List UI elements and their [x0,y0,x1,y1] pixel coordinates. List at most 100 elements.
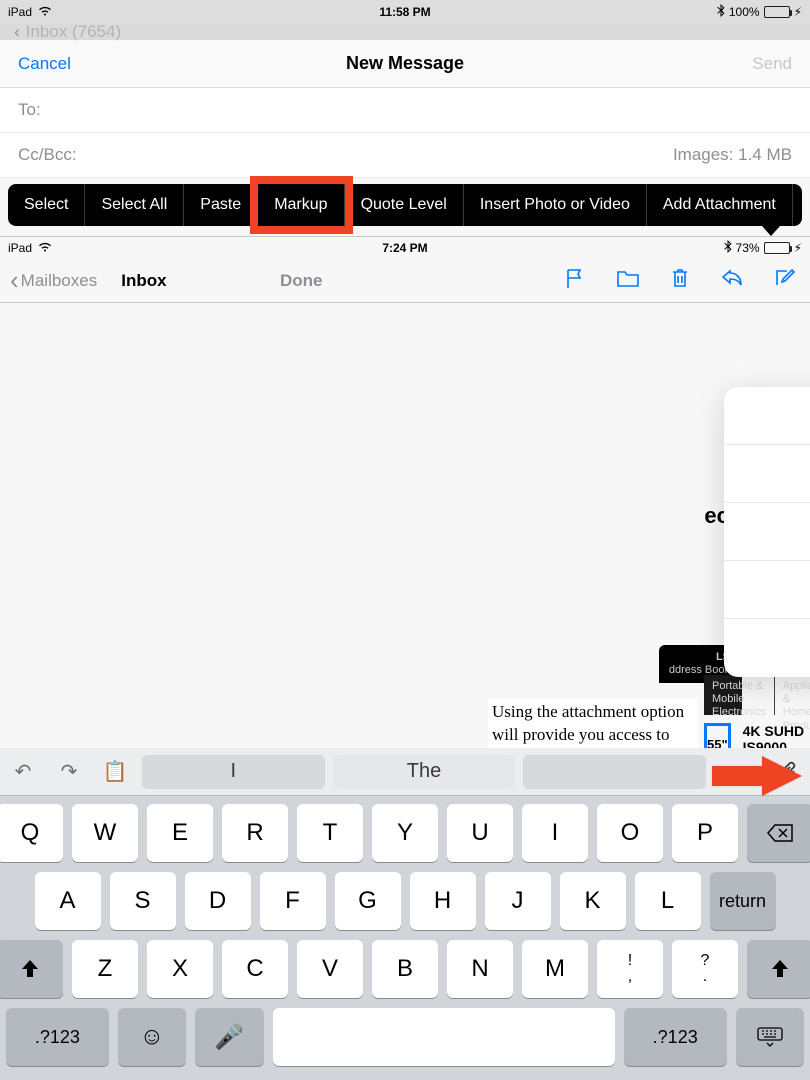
key-h[interactable]: H [410,872,476,930]
folder-icon[interactable] [616,267,640,294]
key-b[interactable]: B [372,940,438,998]
background-mail-toolbar: ‹ Inbox (7654) [0,24,810,40]
wifi-icon [38,241,52,255]
microphone-icon: 🎤 [214,1023,244,1052]
keyboard-suggestion-bar: ↶ ↷ 📋 I The ⋯ [0,748,810,796]
numeric-key-right[interactable]: .?123 [624,1008,727,1066]
suggestion-3[interactable] [523,755,706,789]
chevron-left-icon: ‹ [10,265,19,296]
suggestion-2[interactable]: The [333,755,516,789]
add-attachment-button[interactable]: Add Attachment [647,184,793,226]
key-e[interactable]: E [147,804,213,862]
key-i[interactable]: I [522,804,588,862]
key-z[interactable]: Z [72,940,138,998]
keyboard-row-4: .?123 ☺ 🎤 .?123 [6,1008,804,1066]
cc-field-row[interactable]: Cc/Bcc: Images: 1.4 MB [0,133,810,178]
shift-key[interactable] [0,940,63,998]
done-button[interactable]: Done [280,271,323,291]
suggestion-1[interactable]: I [142,755,325,789]
category-item[interactable]: Appliances &Home Products [775,675,810,715]
mark-button[interactable]: Mark… [724,503,810,561]
key-v[interactable]: V [297,940,363,998]
battery-icon [764,242,790,254]
key-c[interactable]: C [222,940,288,998]
key-j[interactable]: J [485,872,551,930]
key-r[interactable]: R [222,804,288,862]
inner-battery-percent: 73% [736,241,760,255]
quote-level-button[interactable]: Quote Level [345,184,464,226]
undo-icon[interactable]: ↶ [0,759,46,784]
markup-button[interactable]: Markup [258,184,344,226]
forward-button[interactable]: Forward [724,445,810,503]
popover-notch [762,226,780,236]
backspace-key[interactable] [747,804,810,862]
insert-photo-button[interactable]: Insert Photo or Video [464,184,647,226]
category-bar: Portable & MobileElectronics Appliances … [704,675,742,715]
background-inbox-label: Inbox (7654) [26,22,121,42]
cancel-button[interactable]: Cancel [18,54,71,74]
key-o[interactable]: O [597,804,663,862]
move-message-button[interactable]: Move Message… [724,619,810,677]
shift-key-right[interactable] [747,940,810,998]
key-x[interactable]: X [147,940,213,998]
images-size-label: Images: 1.4 MB [673,145,792,165]
keyboard: ↶ ↷ 📋 I The ⋯ Q W E R T Y U I O P A S D … [0,748,810,1080]
charging-icon: ⚡︎ [794,241,802,255]
space-key[interactable] [273,1008,615,1066]
key-d[interactable]: D [185,872,251,930]
key-n[interactable]: N [447,940,513,998]
chevron-left-icon: ‹ [14,22,20,42]
key-t[interactable]: T [297,804,363,862]
compose-icon[interactable] [774,267,796,294]
key-y[interactable]: Y [372,804,438,862]
key-g[interactable]: G [335,872,401,930]
paste-button[interactable]: Paste [184,184,258,226]
flag-icon[interactable] [564,267,586,294]
key-l[interactable]: L [635,872,701,930]
key-k[interactable]: K [560,872,626,930]
key-s[interactable]: S [110,872,176,930]
battery-percent: 100% [729,5,760,19]
compose-title: New Message [346,53,464,74]
key-u[interactable]: U [447,804,513,862]
reply-icon[interactable] [720,267,744,294]
cc-label: Cc/Bcc: [18,145,77,165]
key-w[interactable]: W [72,804,138,862]
reply-actions-popover: Reply Forward Mark… Notify Me… Move Mess… [724,387,810,677]
shift-icon [19,958,41,980]
key-m[interactable]: M [522,940,588,998]
select-button[interactable]: Select [8,184,85,226]
inbox-title: Inbox [121,271,166,291]
to-field-row[interactable]: To: [0,88,810,133]
key-a[interactable]: A [35,872,101,930]
inner-status-bar: iPad 7:24 PM 73% ⚡︎ [0,237,810,259]
numeric-key[interactable]: .?123 [6,1008,109,1066]
embedded-screenshot: iPad 7:24 PM 73% ⚡︎ ‹ Mailboxes Inbox Do… [0,236,810,303]
emoji-key[interactable]: ☺ [118,1008,186,1066]
keyboard-row-3: Z X C V B N M !, ?. [6,940,804,998]
select-all-button[interactable]: Select All [85,184,184,226]
send-button[interactable]: Send [752,54,792,74]
key-p[interactable]: P [672,804,738,862]
dictation-key[interactable]: 🎤 [195,1008,263,1066]
annotation-arrow-icon [712,756,802,801]
key-exclaim-comma[interactable]: !, [597,940,663,998]
redo-icon[interactable]: ↷ [46,759,92,784]
reply-button[interactable]: Reply [724,387,810,445]
back-label: Mailboxes [21,271,98,291]
return-key[interactable]: return [710,872,776,930]
clipboard-icon[interactable]: 📋 [92,759,138,784]
category-item[interactable]: Portable & MobileElectronics [704,675,775,715]
mailboxes-back-button[interactable]: ‹ Mailboxes [10,265,97,296]
inner-nav-bar: ‹ Mailboxes Inbox Done [0,259,810,303]
dismiss-keyboard-key[interactable] [736,1008,804,1066]
trash-icon[interactable] [670,267,690,294]
key-q[interactable]: Q [0,804,63,862]
key-f[interactable]: F [260,872,326,930]
keyboard-row-2: A S D F G H J K L return [6,872,804,930]
device-label: iPad [8,5,32,19]
notify-me-button[interactable]: Notify Me… [724,561,810,619]
to-label: To: [18,100,41,120]
key-question-period[interactable]: ?. [672,940,738,998]
bluetooth-icon [717,4,725,20]
